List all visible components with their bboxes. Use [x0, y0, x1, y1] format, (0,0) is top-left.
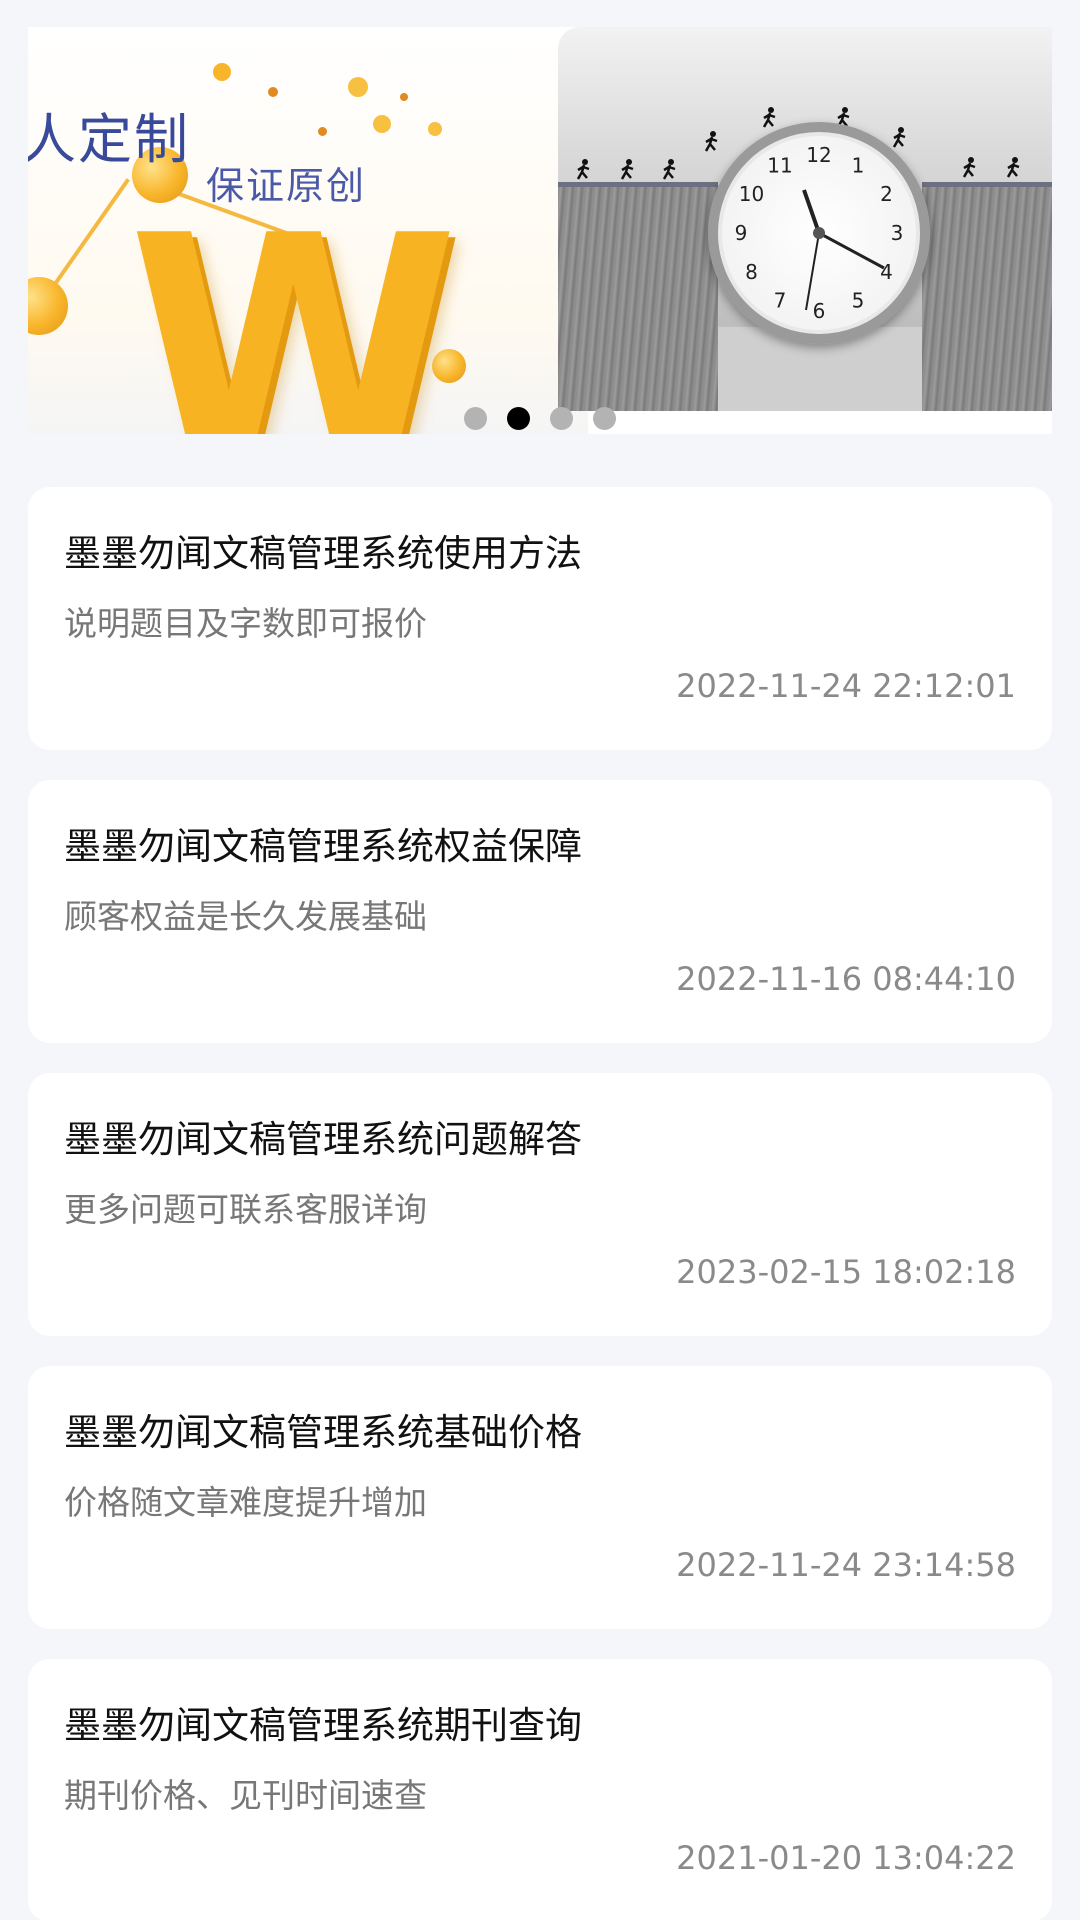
- clock-numeral: 3: [891, 221, 904, 245]
- cliff-right: [922, 187, 1052, 411]
- article-card[interactable]: 墨墨勿闻文稿管理系统使用方法 说明题目及字数即可报价 2022-11-24 22…: [28, 487, 1052, 750]
- carousel-dot-1[interactable]: [464, 407, 487, 430]
- runner-figure-icon: [662, 159, 676, 180]
- article-timestamp: 2021-01-20 13:04:22: [676, 1839, 1016, 1877]
- banner-text-custom: 人定制: [28, 108, 190, 171]
- page: 人定制 保证原创 W 12 1 2 3 4 5 6 7 8 9 10 11 墨墨…: [0, 0, 1080, 1920]
- article-subtitle: 说明题目及字数即可报价: [64, 604, 427, 643]
- carousel-dot-2[interactable]: [507, 407, 530, 430]
- article-subtitle: 顾客权益是长久发展基础: [64, 897, 427, 936]
- clock-face: 12 12 3 45 6 78 9 1011: [735, 143, 904, 323]
- clock-numeral: 4: [880, 260, 893, 284]
- article-timestamp: 2023-02-15 18:02:18: [676, 1253, 1016, 1291]
- clock-numeral: 8: [745, 260, 758, 284]
- runner-figure-icon: [576, 159, 590, 180]
- clock-numeral: 6: [813, 299, 826, 323]
- decor-dot: [268, 87, 278, 97]
- runner-figure-icon: [1006, 157, 1020, 178]
- runner-figure-icon: [962, 157, 976, 178]
- article-timestamp: 2022-11-24 22:12:01: [676, 667, 1016, 705]
- clock-icon: 12 1 2 3 4 5 6 7 8 9 10 11: [708, 122, 930, 344]
- article-subtitle: 价格随文章难度提升增加: [64, 1483, 427, 1522]
- cliff-left: [558, 187, 718, 411]
- clock-numeral: 11: [767, 154, 792, 178]
- article-card[interactable]: 墨墨勿闻文稿管理系统基础价格 价格随文章难度提升增加 2022-11-24 23…: [28, 1366, 1052, 1629]
- decor-dot: [348, 77, 368, 97]
- decor-dot: [318, 127, 327, 136]
- clock-numeral: 10: [739, 182, 764, 206]
- article-title: 墨墨勿闻文稿管理系统基础价格: [64, 1411, 582, 1454]
- banner-slide-custom-writing[interactable]: 人定制 保证原创 W: [28, 27, 588, 434]
- clock-numeral: 9: [735, 221, 748, 245]
- banner-carousel[interactable]: 人定制 保证原创 W 12 1 2 3 4 5 6 7 8 9 10 11: [28, 27, 1052, 434]
- decor-dot: [373, 115, 391, 133]
- runner-figure-icon: [620, 159, 634, 180]
- article-timestamp: 2022-11-16 08:44:10: [676, 960, 1016, 998]
- article-subtitle: 期刊价格、见刊时间速查: [64, 1776, 427, 1815]
- article-title: 墨墨勿闻文稿管理系统期刊查询: [64, 1704, 582, 1747]
- banner-slide-clock[interactable]: 12 1 2 3 4 5 6 7 8 9 10 11: [558, 27, 1052, 411]
- article-title: 墨墨勿闻文稿管理系统问题解答: [64, 1118, 582, 1161]
- article-card[interactable]: 墨墨勿闻文稿管理系统问题解答 更多问题可联系客服详询 2023-02-15 18…: [28, 1073, 1052, 1336]
- article-list: 墨墨勿闻文稿管理系统使用方法 说明题目及字数即可报价 2022-11-24 22…: [28, 487, 1052, 1920]
- banner-w-logo: W: [128, 172, 459, 435]
- decor-ball: [28, 277, 68, 335]
- carousel-dot-4[interactable]: [593, 407, 616, 430]
- decor-dot: [213, 63, 231, 81]
- clock-numeral: 5: [852, 289, 865, 313]
- article-card[interactable]: 墨墨勿闻文稿管理系统权益保障 顾客权益是长久发展基础 2022-11-16 08…: [28, 780, 1052, 1043]
- clock-numeral: 7: [774, 289, 787, 313]
- decor-line: [46, 178, 130, 296]
- clock-numeral: 2: [880, 182, 893, 206]
- article-subtitle: 更多问题可联系客服详询: [64, 1190, 427, 1229]
- runner-figure-icon: [762, 107, 776, 128]
- article-title: 墨墨勿闻文稿管理系统使用方法: [64, 532, 582, 575]
- clock-numeral: 12: [806, 143, 831, 167]
- article-title: 墨墨勿闻文稿管理系统权益保障: [64, 825, 582, 868]
- carousel-indicator: [0, 407, 1080, 437]
- clock-numeral: 1: [852, 154, 865, 178]
- article-timestamp: 2022-11-24 23:14:58: [676, 1546, 1016, 1584]
- decor-dot: [400, 93, 408, 101]
- decor-dot: [428, 122, 442, 136]
- article-card[interactable]: 墨墨勿闻文稿管理系统期刊查询 期刊价格、见刊时间速查 2021-01-20 13…: [28, 1659, 1052, 1920]
- carousel-dot-3[interactable]: [550, 407, 573, 430]
